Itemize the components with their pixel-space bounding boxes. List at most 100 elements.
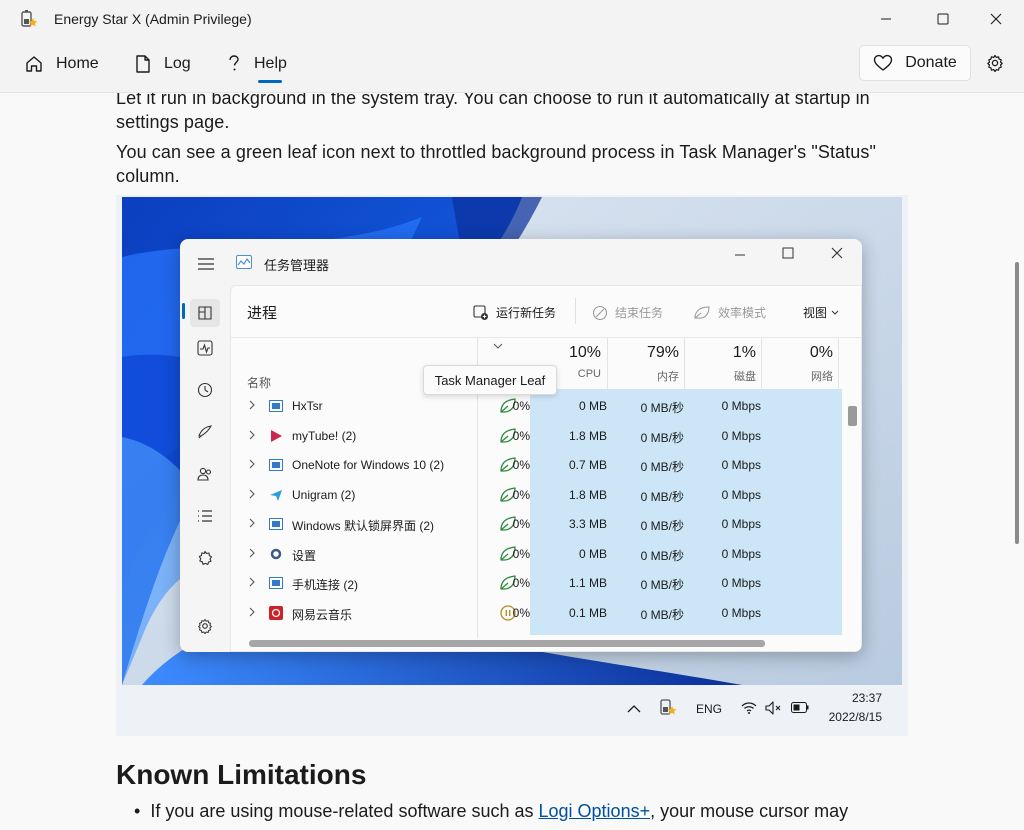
- view-menu-button[interactable]: 视图: [803, 304, 839, 321]
- nav-help[interactable]: Help: [226, 49, 287, 79]
- table-row[interactable]: myTube! (2) 0% 1.8 MB 0 MB/秒 0 Mbps: [231, 421, 843, 451]
- battery-icon[interactable]: [791, 702, 809, 713]
- close-button[interactable]: [970, 0, 1022, 38]
- services-icon[interactable]: [194, 547, 216, 569]
- network-column-header[interactable]: 0% 网络: [755, 344, 833, 384]
- process-net-cell: 0 Mbps: [721, 546, 761, 561]
- name-column-header[interactable]: 名称: [247, 374, 271, 391]
- tm-maximize-icon[interactable]: [782, 247, 794, 259]
- run-new-task-button[interactable]: 运行新任务: [473, 304, 556, 321]
- process-net-cell: 0 Mbps: [721, 487, 761, 502]
- process-mem-cell: 1.8 MB: [568, 487, 607, 502]
- app-process-icon: [269, 459, 283, 471]
- process-mem-cell: 0 MB: [578, 546, 607, 561]
- nav-log-label: Log: [164, 55, 191, 72]
- process-cpu-cell: 0%: [512, 458, 530, 472]
- tm-close-icon[interactable]: [831, 247, 843, 259]
- tray-clock-time[interactable]: 23:37: [822, 691, 882, 705]
- startup-icon[interactable]: [194, 421, 216, 443]
- window-title: Energy Star X (Admin Privilege): [54, 11, 252, 27]
- language-indicator[interactable]: ENG: [696, 702, 722, 716]
- memory-percent: 79%: [646, 344, 679, 361]
- tray-clock-date[interactable]: 2022/8/15: [816, 710, 882, 724]
- process-name: OneNote for Windows 10 (2): [292, 458, 445, 472]
- process-name: 手机连接 (2): [292, 578, 359, 592]
- nav-help-label: Help: [254, 55, 287, 72]
- history-icon[interactable]: [194, 379, 216, 401]
- chevron-right-icon[interactable]: [249, 518, 255, 528]
- home-icon: [26, 56, 42, 72]
- status-sort-chevron-icon[interactable]: [493, 343, 503, 349]
- details-icon[interactable]: [194, 505, 216, 527]
- table-row[interactable]: OneNote for Windows 10 (2) 0% 0.7 MB 0 MB/秒…: [231, 450, 843, 480]
- maximize-icon: [937, 13, 949, 25]
- logi-options-link[interactable]: Logi Options+: [539, 801, 651, 821]
- users-icon[interactable]: [194, 463, 216, 485]
- process-mem-cell: 0.1 MB: [568, 605, 607, 620]
- app-process-icon: [271, 429, 282, 442]
- memory-column-header[interactable]: 79% 内存: [601, 344, 679, 384]
- process-list-scrollbar[interactable]: [848, 406, 857, 426]
- disk-label: 磁盘: [734, 371, 756, 383]
- maximize-button[interactable]: [917, 0, 969, 38]
- limitation-text-start: If you are using mouse-related software …: [150, 801, 539, 821]
- chevron-right-icon[interactable]: [249, 400, 255, 410]
- process-cpu-cell: 0%: [512, 517, 530, 531]
- table-row[interactable]: HxTsr 0% 0 MB 0 MB/秒 0 Mbps: [231, 391, 843, 421]
- minimize-icon: [881, 18, 891, 20]
- tm-minimize-icon[interactable]: [734, 249, 746, 261]
- close-icon: [990, 13, 1002, 25]
- performance-icon[interactable]: [194, 337, 216, 359]
- wifi-icon[interactable]: [741, 701, 757, 714]
- donate-button[interactable]: Donate: [859, 45, 971, 81]
- help-paragraph-1: Let it run in background in the system t…: [116, 92, 870, 132]
- chevron-right-icon[interactable]: [249, 459, 255, 469]
- task-manager-toolbar: 进程 运行新任务 结束任务 效率模式 视图: [231, 286, 862, 338]
- content-scrollbar[interactable]: [1015, 262, 1019, 544]
- question-icon: [229, 55, 239, 71]
- chevron-up-icon[interactable]: [627, 704, 641, 713]
- task-manager-main: 进程 运行新任务 结束任务 效率模式 视图 名称 10% CPU 79% 内存 …: [230, 285, 862, 652]
- task-manager-window: 任务管理器 进程 运行新任务 结束任务 效率模式 视图 名称 10% CPU 7…: [180, 239, 862, 652]
- process-cpu-cell: 0%: [512, 546, 530, 561]
- process-name: Windows 默认锁屏界面 (2): [292, 519, 435, 533]
- process-name: myTube! (2): [292, 428, 357, 443]
- table-row[interactable]: Windows 默认锁屏界面 (2) 0% 3.3 MB 0 MB/秒 0 Mbps: [231, 509, 843, 539]
- chevron-right-icon[interactable]: [249, 548, 255, 558]
- process-mem-cell: 3.3 MB: [568, 517, 607, 531]
- tm-settings-icon[interactable]: [194, 615, 216, 637]
- chevron-down-icon: [831, 310, 839, 315]
- table-row[interactable]: 手机连接 (2) 0% 1.1 MB 0 MB/秒 0 Mbps: [231, 568, 843, 598]
- process-name: 设置: [292, 548, 317, 563]
- process-cpu-cell: 0%: [512, 428, 530, 443]
- process-list-hscrollbar[interactable]: [249, 640, 765, 647]
- nav-home-label: Home: [56, 55, 99, 72]
- process-disk-cell: 0 MB/秒: [640, 460, 684, 474]
- nav-log[interactable]: Log: [134, 49, 191, 79]
- limitation-item: • If you are using mouse-related softwar…: [134, 801, 848, 822]
- minimize-button[interactable]: [860, 0, 912, 38]
- chevron-right-icon[interactable]: [249, 577, 255, 587]
- task-manager-screenshot: 任务管理器 进程 运行新任务 结束任务 效率模式 视图 名称 10% CPU 7…: [116, 195, 908, 736]
- chevron-right-icon[interactable]: [249, 489, 255, 499]
- chevron-right-icon[interactable]: [249, 607, 255, 617]
- end-task-button[interactable]: 结束任务: [592, 304, 663, 321]
- volume-muted-icon[interactable]: [765, 701, 783, 715]
- disk-column-header[interactable]: 1% 磁盘: [678, 344, 756, 384]
- task-manager-title: 任务管理器: [264, 258, 330, 273]
- task-manager-sidebar: [180, 285, 230, 652]
- table-row[interactable]: 网易云音乐 0% 0.1 MB 0 MB/秒 0 Mbps: [231, 598, 843, 628]
- table-row[interactable]: 设置 0% 0 MB 0 MB/秒 0 Mbps: [231, 539, 843, 569]
- table-row[interactable]: Unigram (2) 0% 1.8 MB 0 MB/秒 0 Mbps: [231, 480, 843, 510]
- efficiency-mode-button[interactable]: 效率模式: [693, 304, 766, 321]
- processes-icon[interactable]: [190, 299, 220, 327]
- process-disk-cell: 0 MB/秒: [640, 607, 684, 622]
- task-manager-icon: [236, 255, 252, 269]
- nav-home[interactable]: Home: [24, 49, 99, 79]
- process-name: Unigram (2): [292, 487, 356, 502]
- energy-star-tray-icon[interactable]: [659, 697, 677, 717]
- settings-button[interactable]: [982, 50, 1008, 76]
- donate-label: Donate: [905, 54, 957, 71]
- chevron-right-icon[interactable]: [249, 430, 255, 440]
- processes-heading: 进程: [247, 305, 278, 322]
